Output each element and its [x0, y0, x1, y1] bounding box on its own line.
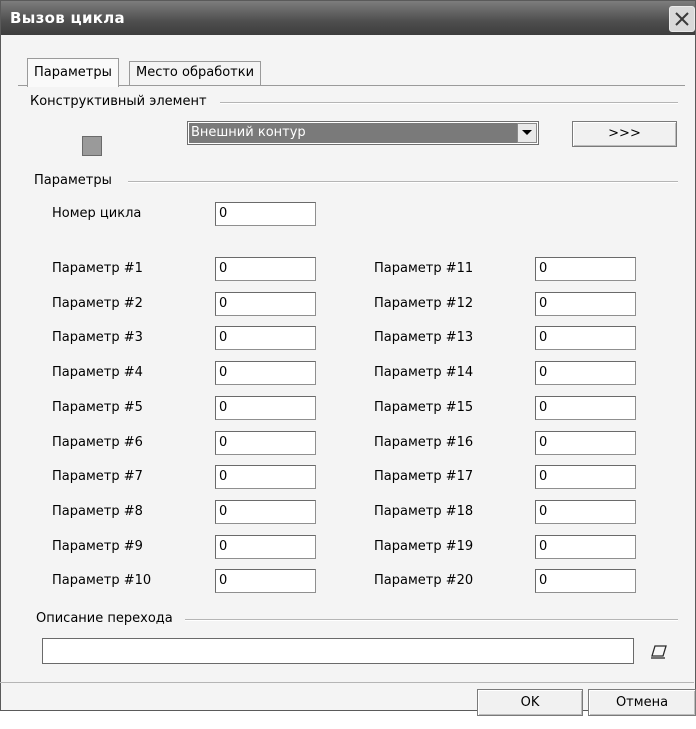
param-label: Параметр #3	[52, 330, 143, 346]
param-label: Параметр #17	[374, 469, 474, 485]
param-field[interactable]: 0	[215, 326, 316, 351]
param-field[interactable]: 0	[215, 569, 316, 594]
param-field[interactable]: 0	[215, 291, 316, 316]
param-label: Параметр #19	[374, 538, 474, 554]
tab-processing-place[interactable]: Место обработки	[129, 61, 262, 86]
param-field[interactable]: 0	[535, 291, 636, 316]
param-field[interactable]: 0	[535, 465, 636, 490]
param-label: Параметр #2	[52, 295, 143, 311]
param-field[interactable]: 0	[215, 395, 316, 420]
group-divider	[185, 619, 678, 621]
param-label: Параметр #16	[374, 434, 474, 450]
param-field[interactable]: 0	[215, 534, 316, 559]
param-field[interactable]: 0	[535, 257, 636, 281]
param-field[interactable]: 0	[535, 395, 636, 420]
param-field[interactable]: 0	[535, 499, 636, 524]
structural-element-select[interactable]: Внешний контур	[187, 121, 539, 145]
param-field[interactable]: 0	[535, 361, 636, 386]
param-field[interactable]: 0	[535, 534, 636, 559]
param-field[interactable]: 0	[535, 430, 636, 455]
param-field[interactable]: 0	[215, 465, 316, 490]
ok-button[interactable]: OK	[477, 689, 583, 716]
chevron-down-icon	[522, 130, 532, 135]
param-label: Параметр #8	[52, 503, 143, 519]
param-label: Параметр #20	[374, 573, 474, 589]
structural-group-label: Конструктивный элемент	[30, 94, 211, 109]
param-label: Параметр #7	[52, 469, 143, 485]
cancel-button[interactable]: Отмена	[588, 689, 696, 716]
group-divider	[220, 102, 678, 104]
title-bar[interactable]: Вызов цикла	[1, 1, 695, 35]
param-field[interactable]: 0	[535, 326, 636, 351]
param-label: Параметр #13	[374, 330, 474, 346]
param-field[interactable]: 0	[215, 499, 316, 524]
edit-icon	[651, 645, 667, 659]
param-label: Параметр #12	[374, 295, 474, 311]
param-label: Параметр #5	[52, 399, 143, 415]
dropdown-button[interactable]	[517, 123, 537, 143]
color-swatch[interactable]	[82, 136, 102, 156]
cycle-number-label: Номер цикла	[52, 206, 142, 221]
param-field[interactable]: 0	[215, 361, 316, 386]
param-label: Параметр #15	[374, 399, 474, 415]
params-group-label: Параметры	[34, 173, 116, 188]
param-label: Параметр #11	[374, 261, 474, 276]
param-label: Параметр #6	[52, 434, 143, 450]
select-value: Внешний контур	[189, 123, 517, 143]
close-button[interactable]	[669, 6, 695, 32]
tab-parameters[interactable]: Параметры	[27, 58, 119, 87]
cycle-number-field[interactable]: 0	[215, 202, 316, 226]
param-label: Параметр #1	[52, 261, 143, 276]
param-label: Параметр #18	[374, 503, 474, 519]
more-button[interactable]: >>>	[572, 121, 677, 147]
param-label: Параметр #4	[52, 365, 143, 381]
close-icon	[675, 12, 689, 26]
param-label: Параметр #14	[374, 365, 474, 381]
group-divider	[128, 181, 678, 183]
edit-description-button[interactable]	[643, 638, 675, 664]
param-field[interactable]: 0	[535, 569, 636, 594]
description-group-label: Описание перехода	[36, 611, 177, 626]
param-field[interactable]: 0	[215, 257, 316, 281]
description-field[interactable]	[42, 638, 634, 664]
window-title: Вызов цикла	[10, 9, 125, 27]
param-label: Параметр #9	[52, 538, 143, 554]
param-field[interactable]: 0	[215, 430, 316, 455]
param-label: Параметр #10	[52, 573, 152, 589]
